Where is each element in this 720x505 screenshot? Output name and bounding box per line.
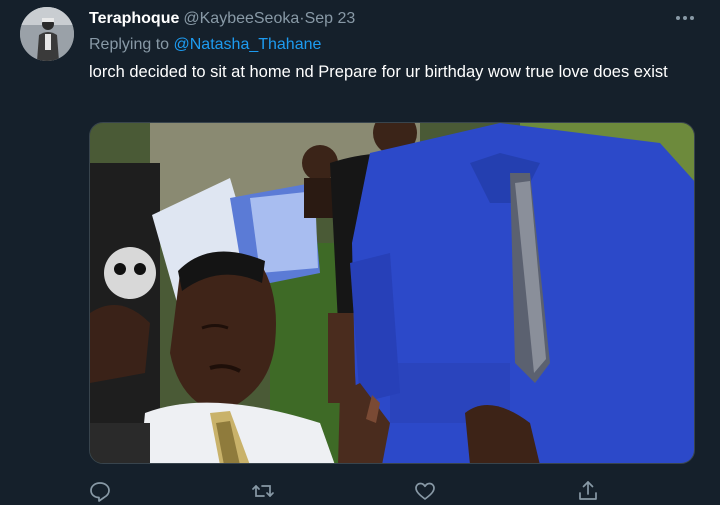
replying-to: Replying to @Natasha_Thahane	[89, 36, 321, 54]
share-icon	[579, 481, 597, 500]
retweet-icon	[252, 485, 274, 497]
tweet-text: lorch decided to sit at home nd Prepare …	[89, 63, 668, 81]
more-horizontal-icon	[676, 16, 694, 20]
retweet-button[interactable]	[250, 478, 276, 504]
tweet-header: Teraphoque @KaybeeSeoka · Sep 23	[89, 9, 355, 29]
avatar[interactable]	[20, 7, 74, 61]
more-icon[interactable]	[672, 8, 698, 28]
replying-to-link[interactable]: @Natasha_Thahane	[174, 36, 322, 53]
tweet-photo[interactable]	[89, 122, 695, 464]
heart-icon	[415, 482, 435, 500]
tweet-date[interactable]: Sep 23	[305, 10, 356, 28]
avatar-image	[20, 7, 74, 61]
display-name[interactable]: Teraphoque	[89, 10, 179, 28]
like-button[interactable]	[412, 478, 438, 504]
user-handle[interactable]: @KaybeeSeoka	[183, 10, 299, 28]
replying-prefix: Replying to	[89, 36, 170, 53]
photo-image	[90, 123, 694, 463]
reply-button[interactable]	[87, 478, 113, 504]
reply-icon	[90, 482, 110, 502]
tweet-actions	[0, 478, 720, 504]
share-button[interactable]	[575, 478, 601, 504]
